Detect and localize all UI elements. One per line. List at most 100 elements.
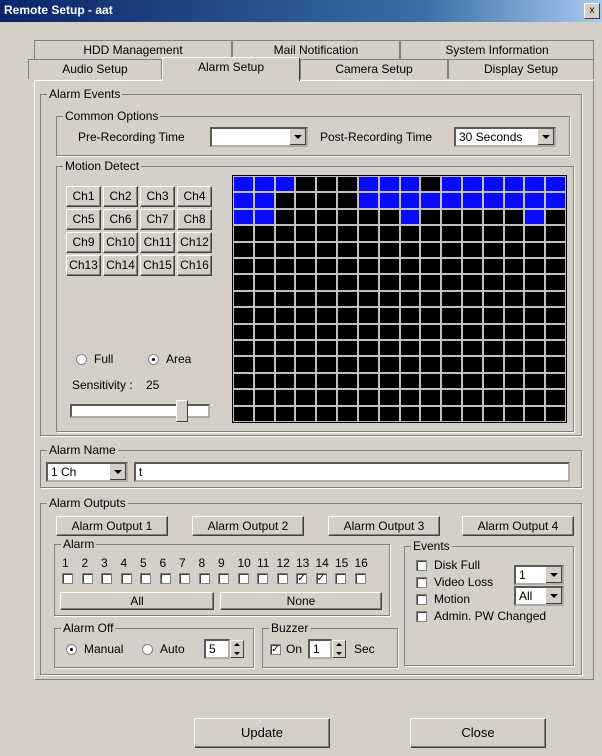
motion-cell[interactable] <box>503 290 525 308</box>
motion-cell[interactable] <box>316 356 338 373</box>
motion-cell[interactable] <box>274 176 296 193</box>
alarm-channel-select[interactable]: 1 Ch <box>46 462 128 482</box>
alarm-checkbox-8[interactable] <box>198 573 210 584</box>
motion-cell[interactable] <box>233 405 254 422</box>
motion-cell[interactable] <box>461 290 483 308</box>
motion-cell[interactable] <box>524 307 546 324</box>
motion-cell[interactable] <box>253 192 275 209</box>
buzzer-spin-input[interactable]: 1 <box>308 639 332 659</box>
motion-cell[interactable] <box>274 389 296 406</box>
motion-cell[interactable] <box>357 356 379 373</box>
motion-cell[interactable] <box>399 176 421 193</box>
motion-cell[interactable] <box>441 307 462 324</box>
motion-cell[interactable] <box>274 323 296 340</box>
motion-cell[interactable] <box>441 290 462 308</box>
motion-cell[interactable] <box>524 356 546 373</box>
motion-cell[interactable] <box>357 389 379 406</box>
alarm-checkbox-3[interactable] <box>101 573 112 584</box>
motion-cell[interactable] <box>295 307 317 324</box>
motion-cell[interactable] <box>233 372 254 390</box>
motion-cell[interactable] <box>316 192 338 209</box>
motion-cell[interactable] <box>399 340 421 357</box>
motion-cell[interactable] <box>337 290 358 308</box>
motion-cell[interactable] <box>316 372 338 390</box>
channel-button-11[interactable]: Ch11 <box>140 232 175 253</box>
motion-cell[interactable] <box>233 356 254 373</box>
motion-cell[interactable] <box>482 307 504 324</box>
motion-cell[interactable] <box>482 274 504 291</box>
tab-display-setup[interactable]: Display Setup <box>448 59 594 79</box>
motion-cell[interactable] <box>337 176 358 193</box>
motion-cell[interactable] <box>503 372 525 390</box>
motion-cell[interactable] <box>482 356 504 373</box>
motion-cell[interactable] <box>420 389 442 406</box>
motion-cell[interactable] <box>337 340 358 357</box>
motion-cell[interactable] <box>545 274 566 291</box>
alarm-all-button[interactable]: All <box>60 592 214 610</box>
motion-cell[interactable] <box>316 274 338 291</box>
motion-cell[interactable] <box>441 340 462 357</box>
motion-cell[interactable] <box>378 323 400 340</box>
motion-cell[interactable] <box>503 208 525 226</box>
motion-cell[interactable] <box>357 192 379 209</box>
motion-cell[interactable] <box>399 274 421 291</box>
disk-full-checkbox[interactable] <box>416 560 427 571</box>
motion-cell[interactable] <box>503 258 525 275</box>
motion-cell[interactable] <box>253 307 275 324</box>
motion-cell[interactable] <box>274 372 296 390</box>
motion-cell[interactable] <box>482 372 504 390</box>
video-loss-select[interactable]: 1 <box>514 565 564 585</box>
motion-cell[interactable] <box>316 307 338 324</box>
motion-cell[interactable] <box>253 290 275 308</box>
alarm-output-2-button[interactable]: Alarm Output 2 <box>192 516 304 536</box>
motion-cell[interactable] <box>274 208 296 226</box>
motion-cell[interactable] <box>503 192 525 209</box>
channel-button-14[interactable]: Ch14 <box>103 255 138 276</box>
motion-cell[interactable] <box>378 225 400 242</box>
pre-recording-select[interactable] <box>210 127 308 147</box>
motion-cell[interactable] <box>461 307 483 324</box>
channel-button-8[interactable]: Ch8 <box>177 209 212 230</box>
motion-cell[interactable] <box>295 372 317 390</box>
motion-cell[interactable] <box>545 356 566 373</box>
motion-cell[interactable] <box>461 274 483 291</box>
motion-cell[interactable] <box>524 405 546 422</box>
motion-cell[interactable] <box>545 389 566 406</box>
motion-cell[interactable] <box>233 340 254 357</box>
channel-button-13[interactable]: Ch13 <box>66 255 101 276</box>
alarm-checkbox-13[interactable]: ✓ <box>296 573 307 584</box>
alarm-checkbox-10[interactable] <box>237 573 249 584</box>
motion-cell[interactable] <box>357 208 379 226</box>
alarm-output-4-button[interactable]: Alarm Output 4 <box>462 516 574 536</box>
motion-cell[interactable] <box>420 225 442 242</box>
motion-checkbox[interactable] <box>416 594 427 605</box>
motion-cell[interactable] <box>295 176 317 193</box>
motion-cell[interactable] <box>503 389 525 406</box>
alarm-checkbox-14[interactable]: ✓ <box>315 573 327 584</box>
motion-cell[interactable] <box>357 372 379 390</box>
alarm-checkbox-1[interactable] <box>62 573 73 584</box>
motion-cell[interactable] <box>316 389 338 406</box>
motion-cell[interactable] <box>482 225 504 242</box>
motion-cell[interactable] <box>461 405 483 422</box>
motion-cell[interactable] <box>503 323 525 340</box>
channel-button-16[interactable]: Ch16 <box>177 255 212 276</box>
chevron-down-icon[interactable] <box>289 129 306 145</box>
motion-cell[interactable] <box>399 389 421 406</box>
motion-cell[interactable] <box>441 192 462 209</box>
motion-cell[interactable] <box>274 274 296 291</box>
motion-cell[interactable] <box>233 208 254 226</box>
motion-cell[interactable] <box>399 405 421 422</box>
motion-cell[interactable] <box>295 225 317 242</box>
motion-cell[interactable] <box>274 405 296 422</box>
motion-cell[interactable] <box>274 258 296 275</box>
motion-cell[interactable] <box>420 356 442 373</box>
motion-cell[interactable] <box>274 192 296 209</box>
motion-cell[interactable] <box>545 225 566 242</box>
motion-cell[interactable] <box>253 356 275 373</box>
motion-cell[interactable] <box>399 241 421 258</box>
motion-cell[interactable] <box>337 389 358 406</box>
motion-cell[interactable] <box>503 405 525 422</box>
motion-cell[interactable] <box>399 307 421 324</box>
motion-cell[interactable] <box>399 372 421 390</box>
